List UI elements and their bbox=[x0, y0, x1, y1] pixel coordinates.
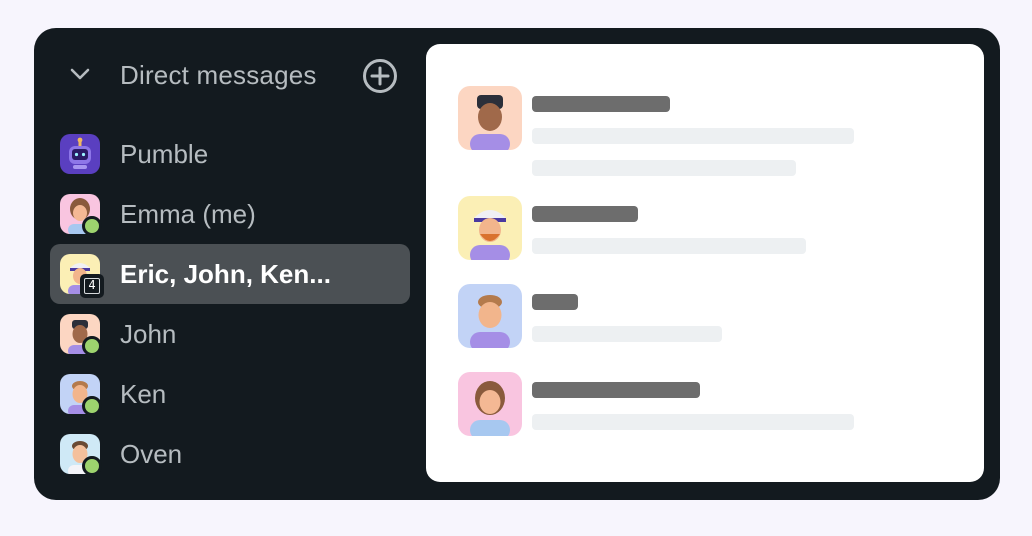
name-placeholder bbox=[532, 206, 638, 222]
section-title: Direct messages bbox=[120, 60, 317, 90]
member-count: 4 bbox=[84, 278, 100, 294]
pumble-bot-avatar bbox=[60, 134, 100, 174]
name-placeholder bbox=[532, 96, 670, 112]
dm-list: Pumble Emma (me) 4 Eric, John, Ken... Jo… bbox=[50, 124, 410, 484]
online-status-dot bbox=[82, 216, 102, 236]
text-placeholder bbox=[532, 128, 854, 144]
dm-item-label: Emma (me) bbox=[120, 199, 256, 229]
sidebar: Direct messages Pumble Emma (me) 4 Eric,… bbox=[34, 28, 426, 500]
dm-item-john[interactable]: John bbox=[50, 304, 410, 364]
dm-item-emma[interactable]: Emma (me) bbox=[50, 184, 410, 244]
message-avatar bbox=[458, 372, 522, 436]
add-circle-icon[interactable] bbox=[361, 57, 399, 95]
dm-item-oven[interactable]: Oven bbox=[50, 424, 410, 484]
message-avatar bbox=[458, 86, 522, 150]
dm-item-group-eric-john-ken[interactable]: 4 Eric, John, Ken... bbox=[50, 244, 410, 304]
member-count-badge: 4 bbox=[80, 274, 104, 298]
text-placeholder bbox=[532, 238, 806, 254]
text-placeholder bbox=[532, 160, 796, 176]
dm-item-pumble[interactable]: Pumble bbox=[50, 124, 410, 184]
name-placeholder bbox=[532, 294, 578, 310]
online-status-dot bbox=[82, 336, 102, 356]
conversation-panel bbox=[426, 44, 984, 482]
text-placeholder bbox=[532, 414, 854, 430]
dm-item-label: Pumble bbox=[120, 139, 209, 169]
app-window: Direct messages Pumble Emma (me) 4 Eric,… bbox=[34, 28, 1000, 500]
dm-item-label: Ken bbox=[120, 379, 167, 409]
dm-item-label: Oven bbox=[120, 439, 183, 469]
text-placeholder bbox=[532, 326, 722, 342]
dm-item-label: Eric, John, Ken... bbox=[120, 259, 331, 289]
dm-item-label: John bbox=[120, 319, 177, 349]
message-avatar bbox=[458, 284, 522, 348]
online-status-dot bbox=[82, 396, 102, 416]
name-placeholder bbox=[532, 382, 700, 398]
chevron-down-icon[interactable] bbox=[67, 64, 93, 84]
message-avatar bbox=[458, 196, 522, 260]
online-status-dot bbox=[82, 456, 102, 476]
dm-item-ken[interactable]: Ken bbox=[50, 364, 410, 424]
